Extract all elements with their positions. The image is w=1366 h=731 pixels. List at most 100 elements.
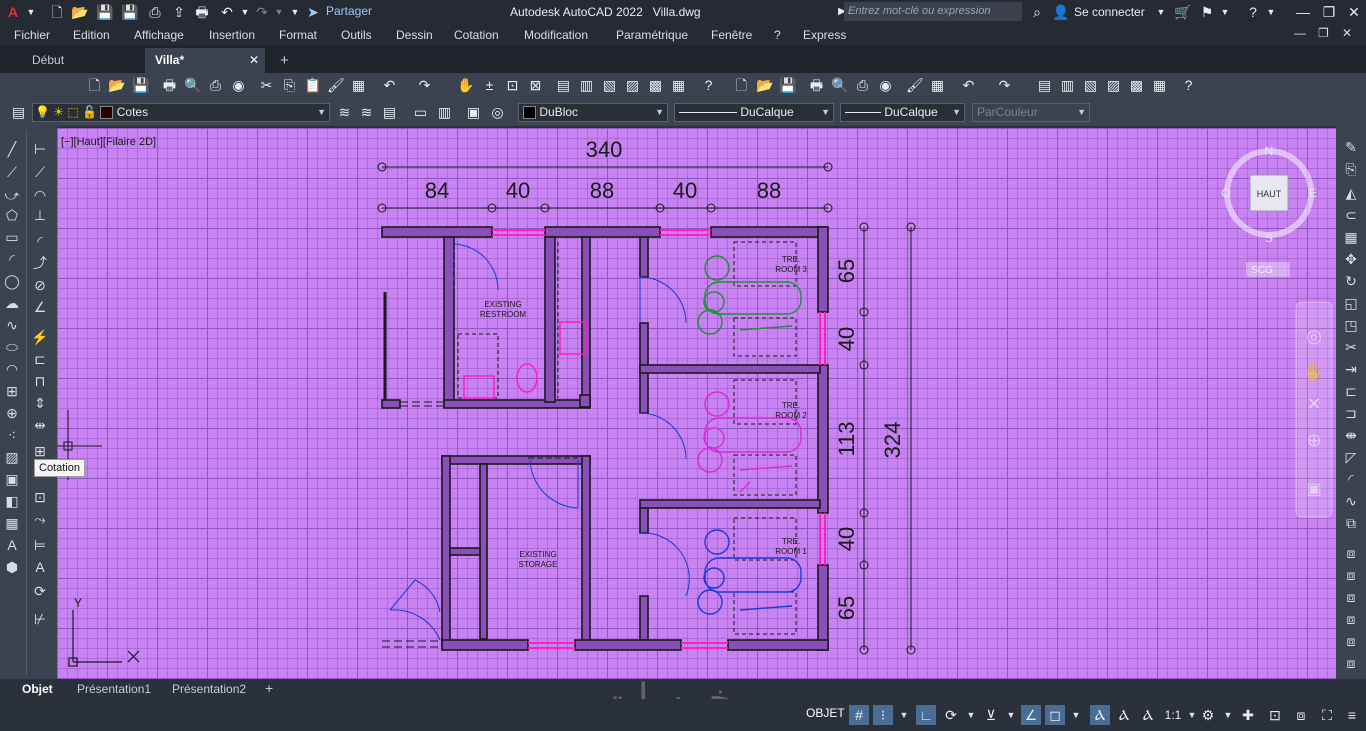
- markup-icon[interactable]: ▩: [1128, 77, 1145, 94]
- osnap-dropdown-icon[interactable]: ▼: [1066, 705, 1086, 725]
- viewcube-east[interactable]: E: [1309, 186, 1317, 200]
- tab-presentation2[interactable]: Présentation2: [172, 682, 246, 696]
- polar-dropdown-icon[interactable]: ▼: [961, 705, 981, 725]
- chevron-down-icon[interactable]: ▼: [22, 3, 40, 21]
- linear-dimension-icon[interactable]: ⊢: [31, 140, 49, 158]
- isolate-objects-icon[interactable]: ⊡: [1265, 705, 1285, 725]
- scale-icon[interactable]: ◱: [1342, 294, 1360, 312]
- fillet-icon[interactable]: ◜: [1342, 470, 1360, 488]
- redo-icon[interactable]: ↷: [253, 3, 271, 21]
- model-space-button[interactable]: OBJET: [806, 706, 845, 720]
- make-current-layer-icon[interactable]: ≋: [336, 104, 353, 121]
- rotate-icon[interactable]: ↻: [1342, 272, 1360, 290]
- open-icon[interactable]: 📂: [756, 77, 773, 94]
- new-icon[interactable]: 🗋: [86, 77, 103, 94]
- plot-preview-icon[interactable]: 🔍: [831, 77, 848, 94]
- sheet-set-icon[interactable]: ▨: [1105, 77, 1122, 94]
- steering-wheel-icon[interactable]: ◎: [1306, 326, 1322, 346]
- user-icon[interactable]: 👤: [1052, 3, 1070, 21]
- sheet-set-icon[interactable]: ▨: [624, 77, 641, 94]
- move-icon[interactable]: ✥: [1342, 250, 1360, 268]
- ordinate-dimension-icon[interactable]: ⊥: [31, 206, 49, 224]
- layer-state-icon[interactable]: ▤: [381, 104, 398, 121]
- menu-parametrique[interactable]: Paramétrique: [616, 28, 688, 42]
- tolerance-icon[interactable]: ⊞: [31, 442, 49, 460]
- save-icon[interactable]: 💾: [779, 77, 796, 94]
- polygon-icon[interactable]: ⬠: [3, 206, 21, 224]
- object-snap-icon[interactable]: ◻: [1045, 705, 1065, 725]
- close-tab-icon[interactable]: ✕: [249, 48, 259, 73]
- undo-dropdown-icon[interactable]: ▼: [236, 3, 254, 21]
- a360-dropdown-icon[interactable]: ▼: [1216, 3, 1234, 21]
- layer-unisolate-icon[interactable]: ▥: [436, 104, 453, 121]
- baseline-dimension-icon[interactable]: ⊏: [31, 350, 49, 368]
- restore-icon[interactable]: ❐: [1320, 3, 1338, 21]
- polyline-icon[interactable]: ⤻: [3, 186, 21, 204]
- continue-dimension-icon[interactable]: ⊓: [31, 372, 49, 390]
- layer-previous-icon[interactable]: ≋: [358, 104, 375, 121]
- layer-isolate-icon[interactable]: ▭: [412, 104, 429, 121]
- match-properties-icon[interactable]: 🖌: [906, 77, 924, 94]
- jogged-linear-icon[interactable]: ⤳: [31, 510, 49, 528]
- clean-screen-icon[interactable]: ⛶: [1317, 705, 1337, 725]
- publish-icon[interactable]: ⎙: [207, 77, 224, 94]
- help-icon[interactable]: ?: [1244, 3, 1262, 21]
- draw-order-front-icon[interactable]: ⧈: [1342, 544, 1360, 562]
- match-properties-icon[interactable]: 🖌: [327, 77, 345, 94]
- mirror-icon[interactable]: ◭: [1342, 184, 1360, 202]
- minimize-icon[interactable]: —: [1294, 3, 1312, 21]
- cart-icon[interactable]: 🛒: [1174, 3, 1192, 21]
- orbit-icon[interactable]: ⊕: [1306, 430, 1321, 450]
- annotation-visibility-icon[interactable]: Ⲁ: [1090, 705, 1110, 725]
- ellipse-icon[interactable]: ⬭: [3, 338, 21, 356]
- help-icon[interactable]: ?: [1180, 77, 1197, 94]
- isodraft-dropdown-icon[interactable]: ▼: [1001, 705, 1021, 725]
- menu-format[interactable]: Format: [279, 28, 317, 42]
- quickcalc-icon[interactable]: ▦: [670, 77, 687, 94]
- new-icon[interactable]: 🗋: [733, 77, 750, 94]
- layer-walk-icon[interactable]: ▣: [465, 104, 482, 121]
- redo-icon[interactable]: ↷: [996, 77, 1013, 94]
- pan-icon[interactable]: ✋: [1303, 361, 1325, 382]
- design-center-icon[interactable]: ▥: [578, 77, 595, 94]
- grid-icon[interactable]: #: [849, 705, 869, 725]
- search-input[interactable]: Entrez mot-clé ou expression: [844, 2, 1022, 21]
- save-icon[interactable]: 💾: [132, 77, 149, 94]
- aligned-dimension-icon[interactable]: ⟋: [31, 163, 49, 181]
- line-icon[interactable]: ╱: [3, 140, 21, 158]
- properties-icon[interactable]: ▤: [555, 77, 572, 94]
- 3d-dwf-icon[interactable]: ◉: [877, 77, 894, 94]
- multiline-text-icon[interactable]: A: [3, 536, 21, 554]
- polar-tracking-icon[interactable]: ⟳: [941, 705, 961, 725]
- circle-icon[interactable]: ◯: [3, 272, 21, 290]
- design-center-icon[interactable]: ▥: [1059, 77, 1076, 94]
- redo-icon[interactable]: ↷: [416, 77, 433, 94]
- menu-fenetre[interactable]: Fenêtre: [711, 28, 752, 42]
- save-as-icon[interactable]: 💾: [121, 3, 139, 21]
- snap-icon[interactable]: ⁝: [873, 705, 893, 725]
- properties-icon[interactable]: ▤: [1036, 77, 1053, 94]
- snap-dropdown-icon[interactable]: ▼: [894, 705, 914, 725]
- make-block-icon[interactable]: ⊕: [3, 404, 21, 422]
- quick-dimension-icon[interactable]: ⚡: [31, 328, 49, 346]
- menu-fichier[interactable]: Fichier: [14, 28, 50, 42]
- zoom-previous-icon[interactable]: ⊠: [527, 77, 544, 94]
- send-under-icon[interactable]: ⧈: [1342, 610, 1360, 628]
- save-icon[interactable]: 💾: [96, 3, 114, 21]
- tab-objet[interactable]: Objet: [22, 682, 53, 696]
- stretch-icon[interactable]: ◳: [1342, 316, 1360, 334]
- join-icon[interactable]: ⇼: [1342, 426, 1360, 444]
- menu-edition[interactable]: Edition: [73, 28, 110, 42]
- annotation-scale-value[interactable]: 1:1: [1162, 705, 1184, 725]
- plot-preview-icon[interactable]: 🔍: [184, 77, 201, 94]
- insert-block-icon[interactable]: ⊞: [3, 382, 21, 400]
- paste-icon[interactable]: 📋: [304, 77, 321, 94]
- viewcube-west[interactable]: O: [1221, 186, 1230, 200]
- new-tab-icon[interactable]: +: [280, 48, 289, 73]
- menu-modification[interactable]: Modification: [524, 28, 588, 42]
- layer-match-icon[interactable]: ◎: [489, 104, 506, 121]
- plot-icon[interactable]: 🖶: [193, 3, 211, 21]
- zoom-extents-icon[interactable]: ✕: [1306, 394, 1321, 414]
- web-mobile-icon[interactable]: ⇪: [170, 3, 188, 21]
- dimension-text-edit-icon[interactable]: A: [31, 558, 49, 576]
